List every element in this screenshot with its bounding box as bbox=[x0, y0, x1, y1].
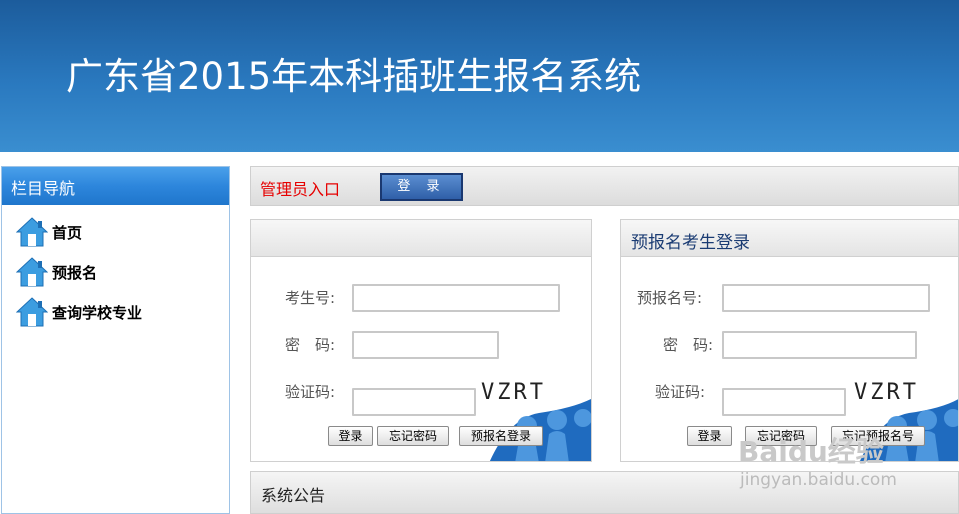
admin-entry-label: 管理员入口 bbox=[260, 180, 341, 199]
panel-title: 预报名考生登录 bbox=[621, 220, 958, 257]
admin-login-button[interactable]: 登 录 bbox=[380, 173, 463, 201]
forgot-password-button[interactable]: 忘记密码 bbox=[377, 426, 449, 446]
captcha-image[interactable]: VZRT bbox=[854, 380, 919, 405]
notice-title: 系统公告 bbox=[261, 486, 326, 505]
student-id-input[interactable] bbox=[352, 284, 560, 312]
sidebar-item-label: 预报名 bbox=[52, 263, 98, 282]
watermark-url: jingyan.baidu.com bbox=[740, 470, 897, 490]
student-id-label: 考生号: bbox=[285, 289, 336, 307]
sidebar-title: 栏目导航 bbox=[2, 167, 229, 205]
page-title: 广东省2015年本科插班生报名系统 bbox=[66, 55, 642, 98]
captcha-input[interactable] bbox=[722, 388, 846, 416]
home-icon bbox=[16, 257, 48, 287]
sidebar-item-label: 首页 bbox=[52, 223, 83, 242]
watermark-brand: Baidu经验 bbox=[738, 435, 884, 468]
prereg-id-label: 预报名号: bbox=[637, 289, 703, 307]
password-label: 密 码: bbox=[663, 336, 714, 354]
captcha-image[interactable]: VZRT bbox=[481, 380, 546, 405]
student-login-panel: 考生号: 密 码: 验证码: VZRT 登录 忘记密码 预报名登录 bbox=[250, 219, 592, 462]
password-input[interactable] bbox=[352, 331, 499, 359]
home-icon bbox=[16, 297, 48, 327]
header-banner: 广东省2015年本科插班生报名系统 bbox=[0, 0, 959, 152]
password-label: 密 码: bbox=[285, 336, 336, 354]
home-icon bbox=[16, 217, 48, 247]
login-button[interactable]: 登录 bbox=[328, 426, 373, 446]
login-button[interactable]: 登录 bbox=[687, 426, 732, 446]
sidebar-item-prereg[interactable]: 预报名 bbox=[16, 255, 97, 289]
prereg-login-button[interactable]: 预报名登录 bbox=[459, 426, 543, 446]
captcha-label: 验证码: bbox=[655, 383, 706, 401]
prereg-login-panel: 预报名考生登录 预报名号: 密 码: 验证码: VZRT 登录 忘记密码 忘记预… bbox=[620, 219, 959, 462]
panel-title bbox=[251, 220, 591, 257]
sidebar-item-label: 查询学校专业 bbox=[52, 303, 143, 322]
password-input[interactable] bbox=[722, 331, 917, 359]
prereg-id-input[interactable] bbox=[722, 284, 930, 312]
captcha-label: 验证码: bbox=[285, 383, 336, 401]
sidebar-item-home[interactable]: 首页 bbox=[16, 215, 82, 249]
captcha-input[interactable] bbox=[352, 388, 476, 416]
sidebar: 栏目导航 首页 预报名 查询学校专业 bbox=[1, 166, 230, 514]
sidebar-item-query-majors[interactable]: 查询学校专业 bbox=[16, 295, 142, 329]
admin-bar: 管理员入口 登 录 bbox=[250, 166, 959, 206]
